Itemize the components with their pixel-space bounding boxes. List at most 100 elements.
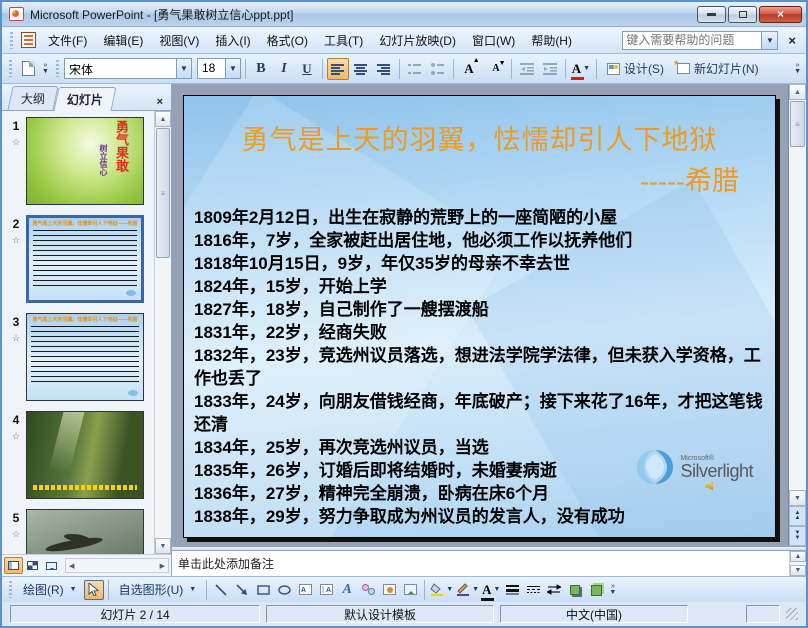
design-button[interactable]: 设计(S) <box>601 58 670 80</box>
textbox-tool-button[interactable]: A <box>295 580 315 600</box>
diagram-button[interactable] <box>358 580 378 600</box>
notes-pane[interactable]: 单击此处添加备注 ▲ ▼ <box>172 550 806 576</box>
slideshow-button[interactable] <box>42 557 61 574</box>
align-center-button[interactable] <box>350 58 372 80</box>
close-document-icon[interactable]: × <box>778 33 802 48</box>
menu-help[interactable]: 帮助(H) <box>523 29 580 52</box>
vertical-textbox-tool-button[interactable]: A <box>316 580 336 600</box>
font-name-select[interactable]: 宋体 ▼ <box>64 58 192 79</box>
wordart-button[interactable]: A <box>337 580 357 600</box>
scroll-up-icon[interactable]: ▲ <box>155 111 171 127</box>
chevron-down-icon[interactable]: ▼ <box>225 59 240 78</box>
minimize-button[interactable] <box>697 6 726 23</box>
scroll-down-icon[interactable]: ▼ <box>155 538 171 554</box>
underline-button[interactable]: U <box>296 58 318 80</box>
line-style-button[interactable] <box>502 580 522 600</box>
menu-window[interactable]: 窗口(W) <box>464 29 523 52</box>
toolbar-overflow-icon[interactable]: »▼ <box>792 63 803 75</box>
previous-slide-button[interactable]: ▲▲ <box>789 506 806 526</box>
clipart-button[interactable] <box>379 580 399 600</box>
restore-button[interactable] <box>728 6 757 23</box>
rectangle-tool-button[interactable] <box>253 580 273 600</box>
resize-grip[interactable] <box>786 608 798 620</box>
normal-view-button[interactable] <box>4 557 23 574</box>
decrease-font-button[interactable]: A▼ <box>485 58 507 80</box>
chevron-down-icon[interactable]: ▼ <box>446 586 453 593</box>
scroll-up-icon[interactable]: ▲ <box>789 84 806 100</box>
fill-color-button[interactable]: ▼ <box>429 580 454 600</box>
arrow-style-button[interactable] <box>544 580 564 600</box>
menu-edit[interactable]: 编辑(E) <box>95 29 151 52</box>
slide-thumbnail-3[interactable]: 3☆ 勇气是上天的羽翼，怯懦却引人下地狱——希腊 <box>6 313 152 401</box>
notes-placeholder[interactable]: 单击此处添加备注 <box>172 551 789 576</box>
thumbnail-image[interactable]: 勇气是上天的羽翼，怯懦却引人下地狱——希腊 <box>26 313 144 401</box>
help-dropdown-icon[interactable]: ▼ <box>762 31 778 50</box>
current-slide[interactable]: 勇气是上天的羽翼，怯懦却引人下地狱 -----希腊 1809年2月12日，出生在… <box>183 95 776 538</box>
draw-menu-button[interactable]: 绘图(R)▼ <box>17 580 83 600</box>
animation-star-icon[interactable]: ☆ <box>12 137 20 148</box>
menu-view[interactable]: 视图(V) <box>151 29 207 52</box>
thumbnail-image[interactable]: 勇气果敢 树立信心 <box>26 117 144 205</box>
toolbar-grip[interactable] <box>56 60 59 77</box>
align-right-button[interactable] <box>373 58 395 80</box>
toolbar-grip[interactable] <box>10 32 13 49</box>
status-design-template[interactable]: 默认设计模板 <box>266 605 494 623</box>
menu-slideshow[interactable]: 幻灯片放映(D) <box>371 29 464 52</box>
scroll-down-icon[interactable]: ▼ <box>790 565 806 576</box>
oval-tool-button[interactable] <box>274 580 294 600</box>
slide-scrollbar[interactable]: ▲ ≡ ▼ ▲▲ ▼▼ <box>788 84 806 546</box>
toolbar-grip[interactable] <box>9 60 12 77</box>
numbering-button[interactable] <box>404 58 426 80</box>
italic-button[interactable]: I <box>273 58 295 80</box>
animation-star-icon[interactable]: ☆ <box>12 333 20 344</box>
scrollbar-track[interactable] <box>789 148 806 490</box>
thumbnail-image[interactable]: 勇气是上天的羽翼，怯懦却引人下地狱——希腊 <box>26 215 144 303</box>
next-slide-button[interactable]: ▼▼ <box>789 526 806 546</box>
3d-style-button[interactable] <box>586 580 606 600</box>
tab-slides[interactable]: 幻灯片 <box>53 87 116 111</box>
close-panel-icon[interactable]: × <box>153 94 167 110</box>
notes-scrollbar[interactable]: ▲ ▼ <box>789 551 806 576</box>
menu-file[interactable]: 文件(F) <box>40 29 95 52</box>
align-left-button[interactable] <box>327 58 349 80</box>
close-button[interactable]: × <box>759 6 802 23</box>
line-tool-button[interactable] <box>211 580 231 600</box>
scrollbar-thumb[interactable]: ≡ <box>156 128 170 258</box>
increase-indent-button[interactable] <box>539 58 561 80</box>
font-color-button[interactable]: A▼ <box>481 580 501 600</box>
shadow-style-button[interactable] <box>565 580 585 600</box>
insert-picture-button[interactable] <box>400 580 420 600</box>
thumbnail-image[interactable] <box>26 411 144 499</box>
menu-tools[interactable]: 工具(T) <box>316 29 371 52</box>
help-question-input[interactable] <box>622 31 762 50</box>
toolbar-grip[interactable] <box>9 581 12 598</box>
slide-thumbnail-1[interactable]: 1☆ 勇气果敢 树立信心 <box>6 117 152 205</box>
menu-format[interactable]: 格式(O) <box>259 29 316 52</box>
scroll-left-icon[interactable]: ◀ <box>69 562 74 570</box>
arrow-tool-button[interactable] <box>232 580 252 600</box>
dash-style-button[interactable] <box>523 580 543 600</box>
chevron-down-icon[interactable]: ▼ <box>583 65 590 72</box>
select-objects-button[interactable] <box>84 580 104 600</box>
scrollbar-track[interactable] <box>155 259 171 538</box>
toolbar-overflow-icon[interactable]: »▼ <box>40 63 51 75</box>
new-slide-button[interactable]: 新幻灯片(N) <box>671 58 765 80</box>
autoshapes-menu-button[interactable]: 自选图形(U)▼ <box>113 580 203 600</box>
animation-star-icon[interactable]: ☆ <box>12 529 20 540</box>
line-color-button[interactable]: ▼ <box>455 580 480 600</box>
scroll-down-icon[interactable]: ▼ <box>789 490 806 506</box>
thumbnails-scrollbar[interactable]: ▲ ≡ ▼ <box>154 111 171 554</box>
status-language[interactable]: 中文(中国) <box>500 605 688 623</box>
scroll-up-icon[interactable]: ▲ <box>790 551 806 562</box>
decrease-indent-button[interactable] <box>516 58 538 80</box>
increase-font-button[interactable]: A▲ <box>458 58 480 80</box>
slide-thumbnail-4[interactable]: 4☆ <box>6 411 152 499</box>
chevron-down-icon[interactable]: ▼ <box>176 59 191 78</box>
bold-button[interactable]: B <box>250 58 272 80</box>
scroll-right-icon[interactable]: ▶ <box>160 562 165 570</box>
bullets-button[interactable] <box>427 58 449 80</box>
toolbar-overflow-icon[interactable]: »▼ <box>607 584 618 596</box>
font-color-button[interactable]: A ▼ <box>570 58 592 80</box>
animation-star-icon[interactable]: ☆ <box>12 431 20 442</box>
scrollbar-thumb[interactable]: ≡ <box>790 101 805 147</box>
